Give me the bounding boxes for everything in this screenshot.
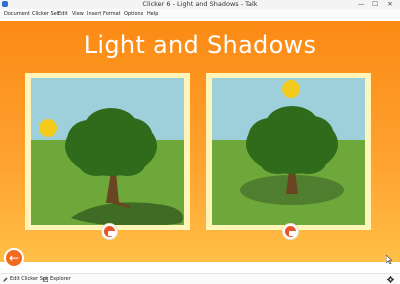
explorer-button[interactable]: Explorer [50, 274, 71, 284]
speak-button-left[interactable] [101, 223, 118, 240]
menu-insert[interactable]: Insert [87, 9, 101, 19]
close-button[interactable]: ✕ [384, 0, 396, 9]
picture-low-sun [31, 78, 184, 225]
orange-panel: Light and Shadows [0, 21, 400, 262]
bottom-bar: Edit Clicker Set Explorer [0, 273, 400, 284]
menu-format[interactable]: Format [103, 9, 121, 19]
menu-view[interactable]: View [72, 9, 84, 19]
speak-button-right[interactable] [282, 223, 299, 240]
back-button[interactable]: ← [4, 248, 24, 268]
window-title: Clicker 6 - Light and Shadows - Talk [142, 0, 258, 8]
pencil-icon [3, 277, 8, 282]
sun-icon [39, 119, 57, 137]
speech-bubble-icon [285, 226, 296, 237]
high-sun-shadow-picture [212, 78, 365, 225]
arrow-left-icon: ← [9, 251, 20, 265]
minimize-button[interactable]: — [355, 0, 367, 9]
clicker-stage: Light and Shadows ← [0, 19, 400, 273]
menu-edit[interactable]: Edit [58, 9, 68, 19]
maximize-button[interactable]: ☐ [369, 0, 381, 9]
picture-cell-right[interactable] [206, 73, 371, 230]
explorer-icon [43, 277, 48, 282]
gear-icon[interactable] [387, 276, 394, 283]
menu-document[interactable]: Document [4, 9, 30, 19]
mouse-pointer-icon [386, 255, 392, 264]
title-bar: Clicker 6 - Light and Shadows - Talk — ☐… [0, 0, 400, 9]
speech-bubble-icon [104, 226, 115, 237]
menu-help[interactable]: Help [147, 9, 158, 19]
picture-cell-left[interactable] [25, 73, 190, 230]
menu-options[interactable]: Options [124, 9, 143, 19]
sun-icon [282, 80, 300, 98]
low-sun-shadow-picture [31, 78, 184, 225]
page-title: Light and Shadows [83, 31, 317, 59]
picture-high-sun [212, 78, 365, 225]
menu-bar: Document Clicker Set Edit View Insert Fo… [0, 9, 400, 19]
menu-clicker-set[interactable]: Clicker Set [32, 9, 59, 19]
